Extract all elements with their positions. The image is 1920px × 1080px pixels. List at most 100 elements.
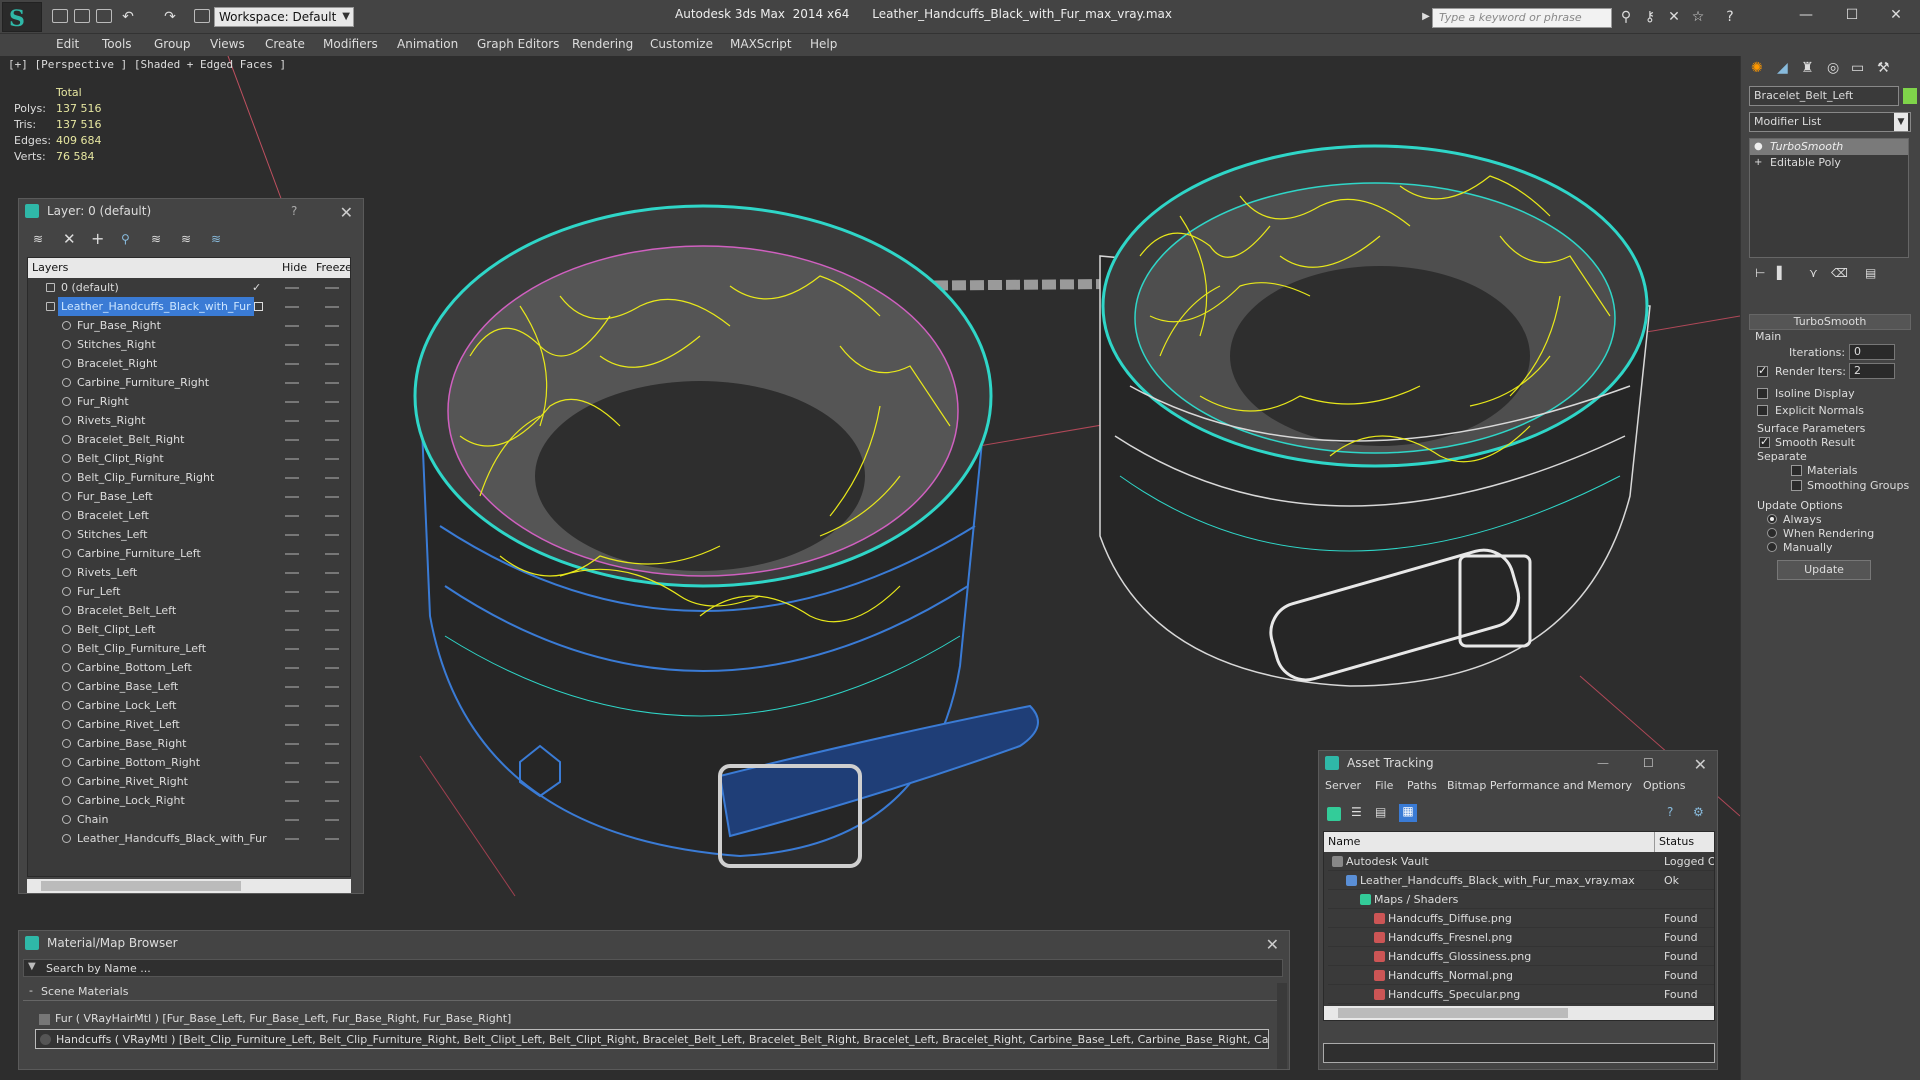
hide-toggle[interactable] (285, 838, 299, 840)
layer-row[interactable]: Carbine_Furniture_Right (28, 373, 350, 392)
menu-maxscript[interactable]: MAXScript (730, 37, 792, 51)
freeze-toggle[interactable] (325, 401, 339, 403)
isoline-checkbox[interactable] (1757, 388, 1768, 399)
asset-scrollbar[interactable] (1324, 1006, 1714, 1020)
status-column-header[interactable]: Status (1654, 832, 1694, 852)
manually-radio[interactable] (1767, 542, 1777, 552)
hide-toggle[interactable] (285, 287, 299, 289)
menu-create[interactable]: Create (265, 37, 305, 51)
search-dropdown-icon[interactable]: ▼ (28, 961, 36, 972)
freeze-toggle[interactable] (325, 382, 339, 384)
asset-row[interactable]: Handcuffs_Diffuse.png Found (1328, 909, 1714, 928)
layer-row[interactable]: Carbine_Furniture_Left (28, 544, 350, 563)
hide-toggle[interactable] (285, 724, 299, 726)
hide-toggle[interactable] (285, 800, 299, 802)
bulb-icon[interactable]: ● (1754, 139, 1763, 155)
turbosmooth-rollout-header[interactable]: TurboSmooth (1749, 314, 1911, 330)
save-file-icon[interactable] (96, 9, 112, 23)
hide-toggle[interactable] (285, 629, 299, 631)
delete-layer-icon[interactable]: ✕ (63, 230, 76, 248)
select-in-layer-icon[interactable]: ⚲ (121, 232, 130, 246)
freeze-toggle[interactable] (325, 477, 339, 479)
material-row-fur[interactable]: Fur ( VRayHairMtl ) [Fur_Base_Left, Fur_… (35, 1009, 1269, 1029)
layer-row[interactable]: Fur_Base_Right (28, 316, 350, 335)
freeze-toggle[interactable] (325, 306, 339, 308)
layer-row[interactable]: Leather_Handcuffs_Black_with_Fur (28, 297, 350, 316)
layer-row[interactable]: Stitches_Left (28, 525, 350, 544)
freeze-toggle[interactable] (325, 819, 339, 821)
object-color-swatch[interactable] (1903, 88, 1917, 104)
layer-row[interactable]: Carbine_Base_Right (28, 734, 350, 753)
create-layer-icon[interactable]: ≋ (33, 232, 43, 246)
minimize-button[interactable]: — (1786, 4, 1826, 26)
hide-toggle[interactable] (285, 781, 299, 783)
smooth-result-checkbox[interactable] (1759, 435, 1770, 448)
hide-toggle[interactable] (285, 610, 299, 612)
asset-row[interactable]: Autodesk Vault Logged O (1328, 852, 1714, 871)
expand-icon[interactable]: + (1754, 155, 1762, 171)
help-icon[interactable]: ? (1722, 9, 1738, 25)
material-scrollbar[interactable] (1277, 983, 1287, 1069)
minimize-icon[interactable]: — (1597, 751, 1609, 775)
layer-row[interactable]: Belt_Clipt_Right (28, 449, 350, 468)
display-tab-icon[interactable]: ▭ (1851, 60, 1864, 76)
hide-toggle[interactable] (285, 572, 299, 574)
freeze-toggle[interactable] (325, 743, 339, 745)
hide-toggle[interactable] (285, 458, 299, 460)
modifier-list-dropdown[interactable]: Modifier List ▼ (1749, 112, 1911, 132)
stack-item-editable-poly[interactable]: + Editable Poly (1750, 155, 1908, 171)
app-logo-menu[interactable]: S (2, 2, 42, 32)
list-view-icon[interactable]: ☰ (1351, 805, 1362, 819)
layer-row[interactable]: Carbine_Bottom_Left (28, 658, 350, 677)
material-search-input[interactable]: ▼ Search by Name ... (23, 959, 1283, 977)
scrollbar-thumb[interactable] (1338, 1008, 1568, 1018)
asset-row[interactable]: Handcuffs_Normal.png Found (1328, 966, 1714, 985)
freeze-toggle[interactable] (325, 591, 339, 593)
menu-graph-editors[interactable]: Graph Editors (477, 37, 559, 51)
table-view-icon[interactable]: ▦ (1399, 804, 1417, 822)
hide-toggle[interactable] (285, 819, 299, 821)
name-column-header[interactable]: Name (1328, 832, 1360, 852)
close-icon[interactable]: ✕ (1694, 753, 1707, 777)
layer-row[interactable]: Stitches_Right (28, 335, 350, 354)
layer-row[interactable]: Carbine_Base_Left (28, 677, 350, 696)
layer-row[interactable]: Bracelet_Right (28, 354, 350, 373)
hide-toggle[interactable] (285, 534, 299, 536)
maximize-icon[interactable]: ☐ (1643, 751, 1654, 775)
settings-icon[interactable]: ⚙ (1693, 805, 1704, 819)
close-icon[interactable]: ✕ (1266, 933, 1279, 957)
freeze-all-layers-icon[interactable]: ≋ (211, 232, 221, 246)
hide-toggle[interactable] (285, 648, 299, 650)
layer-row[interactable]: Leather_Handcuffs_Black_with_Fur (28, 829, 350, 848)
remove-modifier-icon[interactable]: ⌫ (1831, 266, 1848, 280)
asset-row[interactable]: Handcuffs_Specular.png Found (1328, 985, 1714, 1004)
iterations-spinner[interactable]: 0 (1849, 344, 1895, 360)
motion-tab-icon[interactable]: ◎ (1827, 60, 1839, 76)
help-icon[interactable]: ? (1667, 805, 1673, 819)
layer-row[interactable]: Fur_Base_Left (28, 487, 350, 506)
layer-row[interactable]: Belt_Clip_Furniture_Right (28, 468, 350, 487)
materials-checkbox[interactable] (1791, 465, 1802, 476)
layer-row[interactable]: Bracelet_Left (28, 506, 350, 525)
material-row-handcuffs[interactable]: Handcuffs ( VRayMtl ) [Belt_Clip_Furnitu… (35, 1029, 1269, 1049)
freeze-toggle[interactable] (325, 572, 339, 574)
layer-row[interactable]: Carbine_Rivet_Right (28, 772, 350, 791)
freeze-toggle[interactable] (325, 705, 339, 707)
layer-row[interactable]: Belt_Clip_Furniture_Left (28, 639, 350, 658)
create-tab-icon[interactable]: ✺ (1751, 60, 1763, 76)
menu-modifiers[interactable]: Modifiers (323, 37, 378, 51)
menu-animation[interactable]: Animation (397, 37, 458, 51)
help-icon[interactable]: ? (291, 199, 297, 223)
layer-row[interactable]: 0 (default) ✓ (28, 278, 350, 297)
freeze-toggle[interactable] (325, 515, 339, 517)
freeze-toggle[interactable] (325, 686, 339, 688)
asset-row[interactable]: Handcuffs_Fresnel.png Found (1328, 928, 1714, 947)
hide-column-header[interactable]: Hide (282, 258, 307, 278)
hide-toggle[interactable] (285, 344, 299, 346)
hide-toggle[interactable] (285, 420, 299, 422)
layer-row[interactable]: Chain (28, 810, 350, 829)
viewport-label[interactable]: [+] [Perspective ] [Shaded + Edged Faces… (8, 58, 286, 71)
new-file-icon[interactable] (52, 9, 68, 23)
freeze-toggle[interactable] (325, 610, 339, 612)
menu-rendering[interactable]: Rendering (572, 37, 633, 51)
